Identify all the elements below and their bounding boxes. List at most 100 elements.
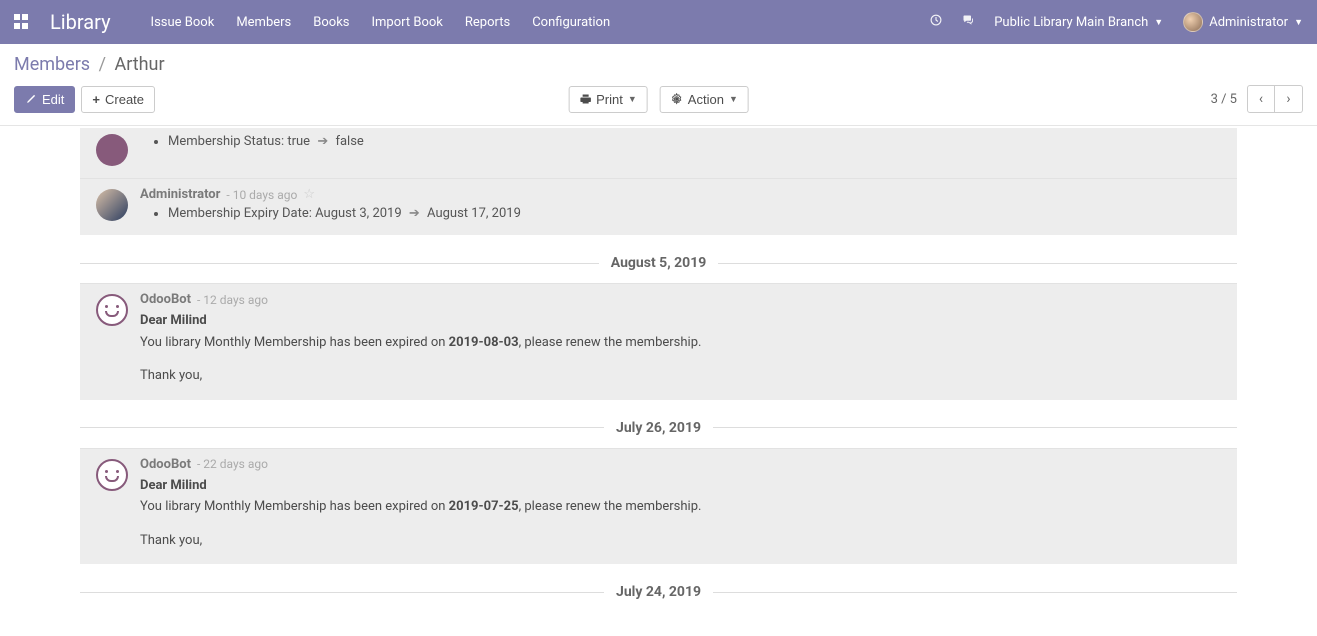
top-navbar: Library Issue Book Members Books Import … (0, 0, 1317, 44)
control-center: Print ▼ Action ▼ (568, 86, 749, 113)
create-label: Create (105, 92, 144, 107)
change-list: Membership Status: true ➔ false (140, 134, 1221, 149)
pager-text: 3 / 5 (1211, 92, 1237, 107)
log-author: OdooBot (140, 457, 191, 472)
bot-avatar-icon (96, 459, 128, 491)
nav-configuration[interactable]: Configuration (532, 15, 610, 30)
date-separator-text: August 5, 2019 (611, 255, 707, 271)
user-menu[interactable]: Administrator ▼ (1183, 12, 1303, 32)
caret-down-icon: ▼ (1154, 17, 1163, 28)
company-name: Public Library Main Branch (994, 15, 1148, 30)
control-row: Edit + Create Print ▼ Action ▼ 3 / 5 ‹ (14, 85, 1303, 113)
bot-avatar-icon (96, 294, 128, 326)
change-list: Membership Expiry Date: August 3, 2019 ➔… (140, 206, 1221, 221)
content-scroll[interactable]: Membership Status: true ➔ false Administ… (0, 128, 1317, 636)
avatar-icon (96, 134, 128, 166)
log-content: Dear Milind You library Monthly Membersh… (140, 311, 1221, 386)
clock-icon[interactable] (930, 14, 942, 30)
nav-issue-book[interactable]: Issue Book (151, 15, 215, 30)
apps-icon[interactable] (14, 14, 30, 30)
log-time: 12 days ago (197, 293, 268, 307)
date-separator: July 24, 2019 (80, 584, 1237, 600)
date-separator-text: July 24, 2019 (616, 584, 701, 600)
gear-icon (671, 93, 683, 105)
user-name: Administrator (1209, 15, 1288, 30)
message-log: Membership Status: true ➔ false Administ… (0, 128, 1317, 636)
spacer (140, 354, 1221, 364)
date-separator: August 5, 2019 (80, 255, 1237, 271)
log-time: 10 days ago (226, 188, 297, 202)
spacer (140, 519, 1221, 529)
nav-books[interactable]: Books (313, 15, 349, 30)
text: , please renew the membership. (519, 499, 702, 514)
nav-reports[interactable]: Reports (465, 15, 510, 30)
log-body: Membership Status: true ➔ false (140, 132, 1221, 151)
create-button[interactable]: + Create (81, 86, 155, 113)
caret-down-icon: ▼ (628, 94, 637, 104)
log-time: 22 days ago (197, 457, 268, 471)
caret-down-icon: ▼ (1294, 17, 1303, 28)
edit-label: Edit (42, 92, 64, 107)
log-header: Administrator 10 days ago ☆ (140, 187, 1221, 202)
field-label: Membership Expiry Date: (168, 206, 312, 221)
print-button[interactable]: Print ▼ (568, 86, 648, 113)
expiry-date: 2019-08-03 (449, 335, 519, 350)
pager-buttons: ‹ › (1247, 85, 1303, 113)
log-entry: Administrator 10 days ago ☆ Membership E… (80, 178, 1237, 235)
date-separator-text: July 26, 2019 (616, 420, 701, 436)
greeting: Dear Milind (140, 476, 1221, 496)
app-brand[interactable]: Library (50, 10, 111, 34)
pencil-icon (25, 93, 37, 105)
log-author: OdooBot (140, 292, 191, 307)
breadcrumb-current: Arthur (114, 54, 164, 75)
log-body: OdooBot 22 days ago Dear Milind You libr… (140, 457, 1221, 553)
log-entry: Membership Status: true ➔ false (80, 128, 1237, 178)
chevron-left-icon: ‹ (1259, 91, 1263, 107)
date-separator: July 26, 2019 (80, 420, 1237, 436)
spacer (0, 612, 1317, 636)
edit-button[interactable]: Edit (14, 86, 75, 113)
nav-members[interactable]: Members (236, 15, 291, 30)
chevron-right-icon: › (1286, 91, 1290, 107)
text: You library Monthly Membership has been … (140, 499, 449, 514)
field-label: Membership Status: (168, 134, 284, 149)
avatar-icon (96, 189, 128, 221)
log-header: OdooBot 22 days ago (140, 457, 1221, 472)
control-right: 3 / 5 ‹ › (1211, 85, 1303, 113)
text: , please renew the membership. (519, 335, 702, 350)
star-icon[interactable]: ☆ (303, 187, 315, 202)
avatar-icon (1183, 12, 1203, 32)
breadcrumb-parent[interactable]: Members (14, 54, 90, 75)
print-label: Print (596, 92, 623, 107)
log-entry: OdooBot 12 days ago Dear Milind You libr… (80, 283, 1237, 400)
action-button[interactable]: Action ▼ (660, 86, 749, 113)
log-header: OdooBot 12 days ago (140, 292, 1221, 307)
log-author: Administrator (140, 187, 220, 202)
arrow-right-icon: ➔ (317, 134, 328, 149)
pager-next-button[interactable]: › (1275, 85, 1303, 113)
old-value: true (287, 134, 310, 149)
breadcrumb: Members / Arthur (14, 54, 1303, 75)
plus-icon: + (92, 92, 100, 107)
breadcrumb-separator: / (99, 54, 106, 75)
text: You library Monthly Membership has been … (140, 335, 449, 350)
log-entry: OdooBot 22 days ago Dear Milind You libr… (80, 448, 1237, 565)
expiry-line: You library Monthly Membership has been … (140, 497, 1221, 517)
pager-prev-button[interactable]: ‹ (1247, 85, 1275, 113)
thanks: Thank you, (140, 531, 1221, 551)
log-body: Administrator 10 days ago ☆ Membership E… (140, 187, 1221, 223)
arrow-right-icon: ➔ (409, 206, 420, 221)
company-switcher[interactable]: Public Library Main Branch ▼ (994, 15, 1163, 30)
nav-import-book[interactable]: Import Book (372, 15, 443, 30)
chat-icon[interactable] (962, 14, 974, 30)
control-bar: Members / Arthur Edit + Create Print ▼ A… (0, 44, 1317, 126)
action-label: Action (688, 92, 724, 107)
nav-menu: Issue Book Members Books Import Book Rep… (151, 15, 611, 30)
greeting: Dear Milind (140, 311, 1221, 331)
new-value: false (335, 134, 363, 149)
new-value: August 17, 2019 (427, 206, 521, 221)
log-body: OdooBot 12 days ago Dear Milind You libr… (140, 292, 1221, 388)
print-icon (579, 93, 591, 105)
expiry-line: You library Monthly Membership has been … (140, 333, 1221, 353)
expiry-date: 2019-07-25 (449, 499, 519, 514)
